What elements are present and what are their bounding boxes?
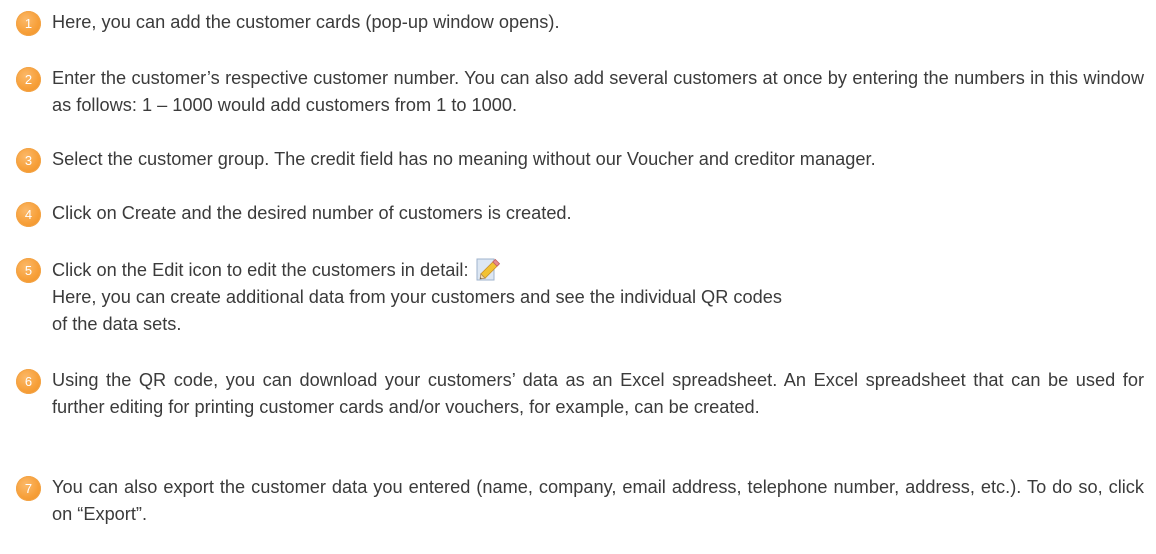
step-description-part: Click on the Edit icon to edit the custo… [52, 260, 469, 280]
step-text: Enter the customer’s respective customer… [52, 65, 1144, 119]
step-number-badge: 3 [16, 148, 41, 173]
step-description-line: Here, you can create additional data fro… [52, 287, 782, 307]
step-text: Using the QR code, you can download your… [52, 367, 1144, 421]
step-number-badge: 6 [16, 369, 41, 394]
step-description: Using the QR code, you can download your… [52, 370, 1144, 417]
step-text: Here, you can add the customer cards (po… [52, 9, 1144, 36]
step-description-line: Click on the Edit icon to edit the custo… [52, 256, 1144, 284]
step-number-badge: 2 [16, 67, 41, 92]
step-number-badge: 7 [16, 476, 41, 501]
step-number-badge: 1 [16, 11, 41, 36]
step-description: Click on Create and the desired number o… [52, 203, 572, 223]
edit-pencil-icon [476, 256, 502, 282]
step-text: Select the customer group. The credit fi… [52, 146, 1144, 173]
step-number-badge: 4 [16, 202, 41, 227]
step-number-badge: 5 [16, 258, 41, 283]
step-text: Click on Create and the desired number o… [52, 200, 1144, 227]
step-text: You can also export the customer data yo… [52, 474, 1144, 528]
step-description: Select the customer group. The credit fi… [52, 149, 876, 169]
step-description: Here, you can add the customer cards (po… [52, 12, 560, 32]
step-text: Click on the Edit icon to edit the custo… [52, 256, 1144, 338]
step-description-line: of the data sets. [52, 314, 182, 334]
step-description: You can also export the customer data yo… [52, 477, 1144, 524]
step-description: Enter the customer’s respective customer… [52, 68, 1144, 115]
